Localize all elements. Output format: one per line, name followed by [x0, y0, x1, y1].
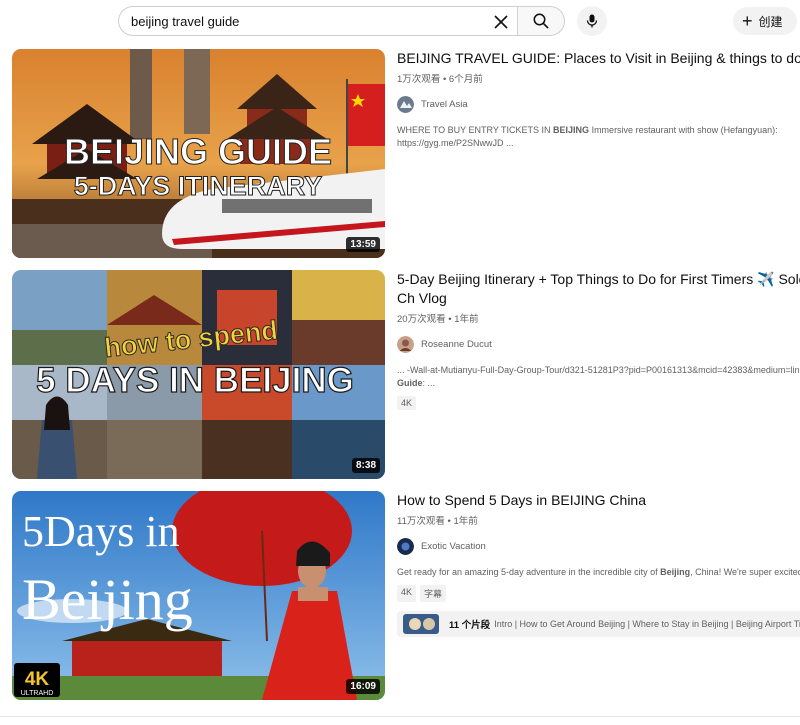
description-text: Get ready for an amazing 5-day adventure… — [397, 567, 661, 577]
search-button[interactable] — [517, 6, 565, 36]
thumbnail-image-3[interactable]: 5Days in Beijing 4K ULTRAHD — [12, 491, 385, 700]
video-duration: 16:09 — [346, 679, 380, 694]
divider — [0, 716, 800, 717]
badge-4k: 4K — [397, 396, 417, 410]
video-meta: 11万次观看 • 1年前 — [397, 513, 800, 527]
description-text: WHERE TO BUY ENTRY TICKETS IN — [397, 125, 554, 135]
video-description: ... -Wall-at-Mutianyu-Full-Day-Group-Tou… — [397, 364, 800, 390]
thumbnail-ultrahd-badge: ULTRAHD — [21, 690, 54, 697]
thumbnail-text-2b: 5 DAYS IN BEIJING — [36, 361, 354, 400]
video-meta: 1万次观看 • 6个月前 — [397, 71, 800, 85]
thumbnail-text-1a: BEIJING GUIDE — [64, 131, 332, 172]
channel-name[interactable]: Travel Asia — [421, 99, 468, 110]
badge-subtitles: 字幕 — [420, 585, 447, 602]
thumbnail-text-3a: 5Days in — [22, 507, 180, 556]
upload-age: 1年前 — [453, 516, 478, 527]
upload-age: 6个月前 — [448, 74, 483, 85]
video-title[interactable]: 5-Day Beijing Itinerary + Top Things to … — [397, 270, 800, 308]
channel-name[interactable]: Exotic Vacation — [421, 541, 486, 552]
description-highlight: Beijing — [660, 567, 691, 577]
top-bar: beijing travel guide + 创建 — [0, 0, 800, 44]
chapters-row[interactable]: 11 个片段 Intro | How to Get Around Beijing… — [397, 611, 800, 637]
thumbnail-4k-badge: 4K — [25, 669, 50, 690]
video-duration: 8:38 — [351, 458, 380, 473]
create-label[interactable]: 创建 — [759, 13, 783, 30]
channel-row[interactable]: Roseanne Ducut — [397, 335, 800, 353]
chapters-list[interactable]: Intro | How to Get Around Beijing | Wher… — [494, 619, 800, 629]
badge-4k: 4K — [397, 585, 417, 602]
upload-age: 1年前 — [454, 314, 479, 325]
video-title[interactable]: How to Spend 5 Days in BEIJING China — [397, 491, 800, 510]
description-text-cont: : ... — [422, 378, 436, 388]
channel-avatar[interactable] — [397, 537, 414, 555]
video-thumbnail-2[interactable]: how to spend 5 DAYS IN BEIJING 8:38 — [12, 270, 385, 479]
search-query-text[interactable]: beijing travel guide — [131, 14, 239, 29]
video-info-2: 5-Day Beijing Itinerary + Top Things to … — [397, 270, 800, 410]
voice-search-button[interactable] — [577, 6, 607, 36]
close-icon[interactable] — [490, 11, 512, 33]
plus-icon[interactable]: + — [742, 12, 753, 30]
channel-row[interactable]: Travel Asia — [397, 95, 800, 113]
chapter-thumbnail[interactable] — [403, 614, 439, 634]
search-input[interactable]: beijing travel guide — [118, 6, 518, 36]
channel-avatar[interactable] — [397, 335, 414, 353]
channel-avatar[interactable] — [397, 95, 414, 113]
video-info-3: How to Spend 5 Days in BEIJING China 11万… — [397, 491, 800, 637]
video-description: WHERE TO BUY ENTRY TICKETS IN BEIJING Im… — [397, 124, 800, 150]
view-count: 1万次观看 — [397, 74, 441, 85]
chapters-count[interactable]: 11 个片段 — [449, 617, 490, 631]
view-count: 11万次观看 — [397, 516, 445, 527]
create-button[interactable]: + 创建 — [733, 7, 797, 35]
video-thumbnail-3[interactable]: 5Days in Beijing 4K ULTRAHD 16:09 — [12, 491, 385, 700]
thumbnail-text-1b: 5-DAYS ITINERARY — [74, 171, 323, 201]
badge-row: 4K 字幕 — [397, 585, 800, 602]
video-meta: 20万次观看 • 1年前 — [397, 311, 800, 325]
channel-name[interactable]: Roseanne Ducut — [421, 339, 492, 350]
video-title[interactable]: BEIJING TRAVEL GUIDE: Places to Visit in… — [397, 49, 800, 68]
channel-row[interactable]: Exotic Vacation — [397, 537, 800, 555]
thumbnail-image-1[interactable]: BEIJING GUIDE 5-DAYS ITINERARY — [12, 49, 385, 258]
view-count: 20万次观看 — [397, 314, 446, 325]
video-thumbnail-1[interactable]: BEIJING GUIDE 5-DAYS ITINERARY 13:59 — [12, 49, 385, 258]
description-text-cont: Immersive restaurant with show (Hefangyu… — [589, 125, 778, 135]
clear-search-button[interactable] — [490, 11, 512, 33]
description-text-cont: , China! We're super excited to — [690, 567, 800, 577]
thumbnail-text-3b: Beijing — [22, 567, 193, 632]
video-description: Get ready for an amazing 5-day adventure… — [397, 566, 800, 579]
description-text: ... -Wall-at-Mutianyu-Full-Day-Group-Tou… — [397, 365, 800, 375]
description-highlight: Guide — [397, 378, 423, 388]
video-duration: 13:59 — [346, 237, 380, 252]
thumbnail-image-2[interactable]: how to spend 5 DAYS IN BEIJING — [12, 270, 385, 479]
badge-row: 4K — [397, 396, 800, 410]
search-icon[interactable] — [532, 12, 550, 30]
description-highlight: BEIJING — [553, 125, 590, 135]
description-link: https://gyg.me/P2SNwwJD ... — [397, 138, 514, 148]
video-info-1: BEIJING TRAVEL GUIDE: Places to Visit in… — [397, 49, 800, 150]
mic-icon[interactable] — [584, 13, 600, 29]
